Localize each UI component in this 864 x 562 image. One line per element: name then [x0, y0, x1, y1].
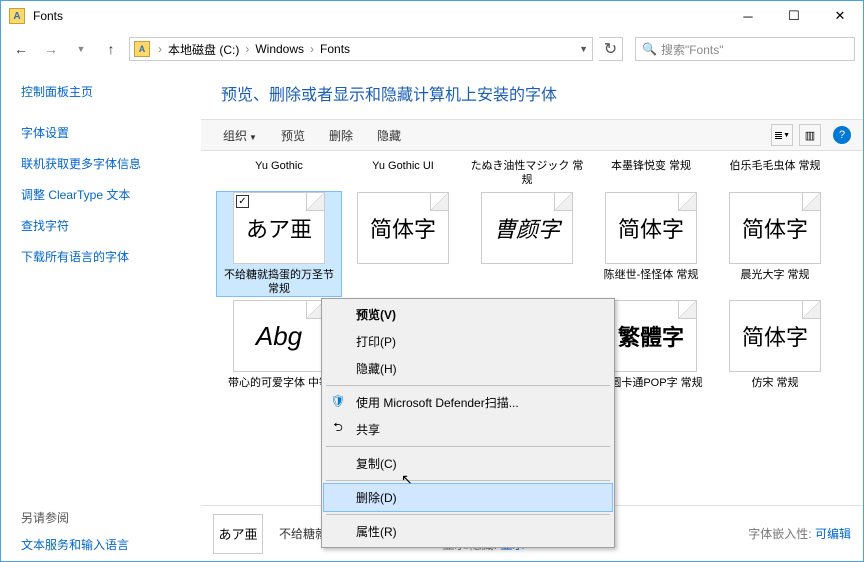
font-item[interactable]: たぬき油性マジック 常规: [465, 155, 589, 188]
font-item[interactable]: 曹颜字: [465, 192, 589, 297]
view-button[interactable]: ≣ ▼: [771, 124, 793, 146]
ctx-separator: [326, 446, 610, 447]
status-thumbnail: あア亜: [213, 514, 263, 554]
preview-pane-button[interactable]: ▥: [799, 124, 821, 146]
ctx-separator: [326, 514, 610, 515]
refresh-button[interactable]: ↻: [599, 37, 623, 61]
breadcrumb-item[interactable]: Fonts: [316, 42, 354, 56]
sidebar-seealso-title: 另请参阅: [21, 509, 201, 526]
ctx-hide[interactable]: 隐藏(H): [324, 355, 612, 382]
toolbar-hide[interactable]: 隐藏: [367, 123, 411, 148]
minimize-button[interactable]: ─: [725, 1, 771, 31]
sidebar: 控制面板主页 字体设置 联机获取更多字体信息 调整 ClearType 文本 查…: [1, 67, 201, 561]
status-embed-value: 可编辑: [815, 527, 851, 541]
font-item[interactable]: 简体字晨光大字 常规: [713, 192, 837, 297]
breadcrumb-item[interactable]: Windows: [251, 42, 308, 56]
maximize-button[interactable]: ☐: [771, 1, 817, 31]
toolbar-organize[interactable]: 组织▼: [213, 123, 267, 148]
ctx-print[interactable]: 打印(P): [324, 328, 612, 355]
status-embed-label: 字体嵌入性:: [748, 527, 811, 541]
search-input[interactable]: 🔍 搜索"Fonts": [635, 37, 855, 61]
ctx-defender-scan[interactable]: 🛡使用 Microsoft Defender扫描...: [324, 389, 612, 416]
context-menu: 预览(V) 打印(P) 隐藏(H) 🛡使用 Microsoft Defender…: [321, 298, 615, 548]
up-button[interactable]: ↑: [99, 37, 123, 61]
toolbar-preview[interactable]: 预览: [271, 123, 315, 148]
search-icon: 🔍: [642, 42, 657, 56]
address-bar[interactable]: A › 本地磁盘 (C:) › Windows › Fonts ▼: [129, 37, 593, 61]
toolbar: 组织▼ 预览 删除 隐藏 ≣ ▼ ▥ ?: [201, 119, 863, 151]
page-heading: 预览、删除或者显示和隐藏计算机上安装的字体: [201, 67, 863, 119]
checkbox-icon[interactable]: ✓: [236, 195, 249, 208]
sidebar-home[interactable]: 控制面板主页: [21, 83, 201, 100]
sidebar-link[interactable]: 下载所有语言的字体: [21, 248, 201, 265]
search-placeholder: 搜索"Fonts": [661, 41, 724, 58]
sidebar-link[interactable]: 查找字符: [21, 217, 201, 234]
ctx-delete[interactable]: 删除(D): [324, 484, 612, 511]
sidebar-link[interactable]: 字体设置: [21, 124, 201, 141]
back-button[interactable]: ←: [9, 37, 33, 61]
sidebar-link[interactable]: 联机获取更多字体信息: [21, 155, 201, 172]
font-item-selected[interactable]: ✓あア亜 不给糖就捣蛋的万圣节 常规: [217, 192, 341, 297]
dropdown-history-button[interactable]: ▼: [69, 37, 93, 61]
close-button[interactable]: ✕: [817, 1, 863, 31]
share-icon: ⮌: [330, 420, 346, 436]
font-item[interactable]: 本墨锋悦变 常规: [589, 155, 713, 188]
sidebar-link[interactable]: 调整 ClearType 文本: [21, 186, 201, 203]
font-item[interactable]: 伯乐毛毛虫体 常规: [713, 155, 837, 188]
font-item[interactable]: Yu Gothic UI: [341, 155, 465, 188]
shield-icon: 🛡: [330, 393, 346, 409]
sidebar-seealso-link[interactable]: 文本服务和输入语言: [21, 536, 201, 553]
ctx-share[interactable]: ⮌共享: [324, 416, 612, 443]
ctx-separator: [326, 480, 610, 481]
forward-button[interactable]: →: [39, 37, 63, 61]
folder-icon: A: [134, 41, 150, 57]
ctx-separator: [326, 385, 610, 386]
window-title: Fonts: [33, 9, 725, 23]
ctx-properties[interactable]: 属性(R): [324, 518, 612, 545]
font-item[interactable]: 简体字仿宋 常规: [713, 300, 837, 404]
ctx-copy[interactable]: 复制(C): [324, 450, 612, 477]
breadcrumb-sep: ›: [156, 42, 164, 56]
address-dropdown-icon[interactable]: ▼: [579, 44, 588, 54]
breadcrumb-item[interactable]: 本地磁盘 (C:): [164, 41, 243, 58]
toolbar-delete[interactable]: 删除: [319, 123, 363, 148]
app-icon: A: [9, 8, 25, 24]
font-item[interactable]: 简体字陈继世-怪怪体 常规: [589, 192, 713, 297]
font-item[interactable]: Yu Gothic: [217, 155, 341, 188]
ctx-preview[interactable]: 预览(V): [324, 301, 612, 328]
font-item[interactable]: 简体字: [341, 192, 465, 297]
help-button[interactable]: ?: [833, 126, 851, 144]
